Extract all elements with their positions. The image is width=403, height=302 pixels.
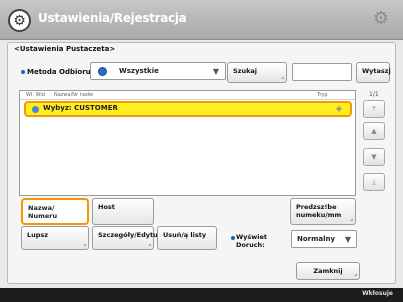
chevron-down-icon: ▼ xyxy=(212,67,219,76)
method-value: Wszystkie xyxy=(119,67,159,75)
status-text: Wkłosuje xyxy=(362,290,393,297)
search-button[interactable]: Szukaj ⌟ xyxy=(227,62,287,83)
header-bar: ⚙ Ustawienia/Rejestracja ⚙ xyxy=(0,0,403,40)
list-header-col3: Tryp xyxy=(317,92,328,98)
address-list: Wl. Wid Nazwa/Nr nadw Tryp Wybyz: CUSTOM… xyxy=(19,90,356,196)
search-input[interactable] xyxy=(292,63,352,81)
delete-list-button[interactable]: Usuń/ą listy xyxy=(157,226,217,250)
prefix-button-label: Predzsz!be numeku/mm xyxy=(296,203,342,219)
name-number-button[interactable]: Nazwa/ Numeru xyxy=(21,198,89,225)
list-item[interactable]: Wybyz: CUSTOMER ◈ xyxy=(24,101,352,117)
corner-icon: ⌟ xyxy=(83,240,86,247)
host-button[interactable]: Host xyxy=(92,198,154,225)
method-label: Metoda Odbioru: xyxy=(27,68,94,76)
corner-icon: ⌟ xyxy=(350,215,353,222)
close-button[interactable]: Zamknij ⌟ xyxy=(296,262,360,280)
breadcrumb: <Ustawienia Pustaczeta> xyxy=(14,45,116,53)
scroll-down-button[interactable]: ▼ xyxy=(363,148,385,166)
display-dropdown[interactable]: Normalny ▼ xyxy=(291,230,357,248)
chevron-down-icon: ▼ xyxy=(344,235,351,244)
search-button-label: Szukaj xyxy=(233,67,258,75)
corner-icon: ⌟ xyxy=(148,240,151,247)
corner-icon: ⌟ xyxy=(354,270,357,277)
method-dropdown[interactable]: Wszystkie ▼ xyxy=(90,62,226,80)
scroll-up-button[interactable]: ▲ xyxy=(363,122,385,140)
back-button[interactable]: Wytaszj xyxy=(356,62,391,83)
page-indicator: 1/1 xyxy=(369,91,379,98)
close-button-label: Zamknij xyxy=(313,267,343,275)
scroll-bottom-button[interactable]: ⤓ xyxy=(363,173,385,191)
copy-button[interactable]: Lupsz ⌟ xyxy=(21,226,89,250)
delete-list-label: Usuń/ą listy xyxy=(163,231,207,239)
gear-settings-icon: ⚙ xyxy=(8,9,31,32)
back-button-label: Wytaszj xyxy=(362,67,391,75)
list-header-col2: Nazwa/Nr nadw xyxy=(54,92,94,98)
list-header: Wl. Wid Nazwa/Nr nadw Tryp xyxy=(20,91,355,100)
details-edit-label: Szczegóły/Edytuj xyxy=(98,231,160,239)
arrow-icon: ◈ xyxy=(335,104,342,113)
copy-button-label: Lupsz xyxy=(27,231,49,239)
list-header-col1: Wl. Wid xyxy=(26,92,45,98)
scroll-top-button[interactable]: ⤒ xyxy=(363,100,385,118)
display-label: Wyświet Doruch: xyxy=(236,233,268,249)
display-value: Normalny xyxy=(297,235,336,243)
settings-icon[interactable]: ⚙ xyxy=(371,9,391,29)
entry-type-icon xyxy=(32,106,39,113)
details-edit-button[interactable]: Szczegóły/Edytuj ⌟ xyxy=(92,226,160,250)
host-button-label: Host xyxy=(98,203,115,211)
prefix-button[interactable]: Predzsz!be numeku/mm ⌟ xyxy=(290,198,356,225)
bullet-icon xyxy=(231,236,235,240)
all-icon xyxy=(98,67,107,76)
page-title: Ustawienia/Rejestracja xyxy=(38,11,187,25)
status-bar: Wkłosuje xyxy=(0,288,403,302)
bullet-icon xyxy=(21,70,25,74)
corner-icon: ⌟ xyxy=(281,73,284,80)
name-number-label: Nazwa/ Numeru xyxy=(28,204,58,220)
list-item-label: Wybyz: CUSTOMER xyxy=(43,104,118,112)
